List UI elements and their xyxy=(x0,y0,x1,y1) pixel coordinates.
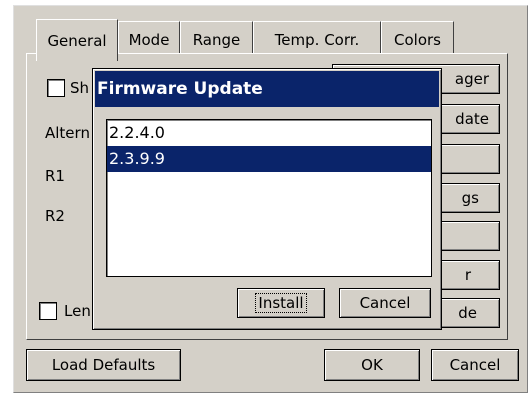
side-button-update-label: date xyxy=(455,110,489,128)
r2-label: R2 xyxy=(45,207,65,225)
list-item-label: 2.2.4.0 xyxy=(109,123,165,142)
side-button-manager-label: ager xyxy=(454,70,489,88)
cancel-button[interactable]: Cancel xyxy=(431,349,519,381)
list-item-selected[interactable]: 2.3.9.9 xyxy=(107,146,431,172)
tab-general-label: General xyxy=(47,31,107,50)
tab-range-label: Range xyxy=(192,31,241,49)
ok-label: OK xyxy=(361,356,383,374)
firmware-update-dialog: Firmware Update 2.2.4.0 2.3.9.9 Install … xyxy=(92,68,442,330)
ok-button[interactable]: OK xyxy=(324,349,420,381)
list-item[interactable]: 2.2.4.0 xyxy=(107,120,431,146)
side-button-7-label: de xyxy=(458,304,477,322)
side-button-6-label: r xyxy=(464,266,471,284)
load-defaults-label: Load Defaults xyxy=(51,356,156,374)
load-defaults-button[interactable]: Load Defaults xyxy=(26,349,181,381)
list-item-label: 2.3.9.9 xyxy=(109,149,165,168)
dialog-titlebar[interactable]: Firmware Update xyxy=(95,71,439,107)
tab-general[interactable]: General xyxy=(36,19,118,61)
show-checkbox[interactable] xyxy=(47,79,65,97)
dialog-title: Firmware Update xyxy=(97,79,263,99)
install-button[interactable]: Install xyxy=(237,288,325,318)
install-label: Install xyxy=(255,293,307,313)
dialog-cancel-label: Cancel xyxy=(359,294,411,312)
side-button-settings-label: gs xyxy=(461,189,479,207)
firmware-version-list[interactable]: 2.2.4.0 2.3.9.9 xyxy=(106,119,432,277)
tab-colors-label: Colors xyxy=(394,31,441,49)
alternate-label: Altern xyxy=(45,124,90,142)
len-label: Len xyxy=(64,302,91,320)
len-checkbox[interactable] xyxy=(39,302,57,320)
r1-label: R1 xyxy=(45,167,65,185)
show-label: Sh xyxy=(70,79,90,97)
dialog-cancel-button[interactable]: Cancel xyxy=(339,288,431,318)
tab-mode-label: Mode xyxy=(128,31,170,49)
cancel-label: Cancel xyxy=(449,356,501,374)
tab-temp-corr-label: Temp. Corr. xyxy=(274,31,360,49)
